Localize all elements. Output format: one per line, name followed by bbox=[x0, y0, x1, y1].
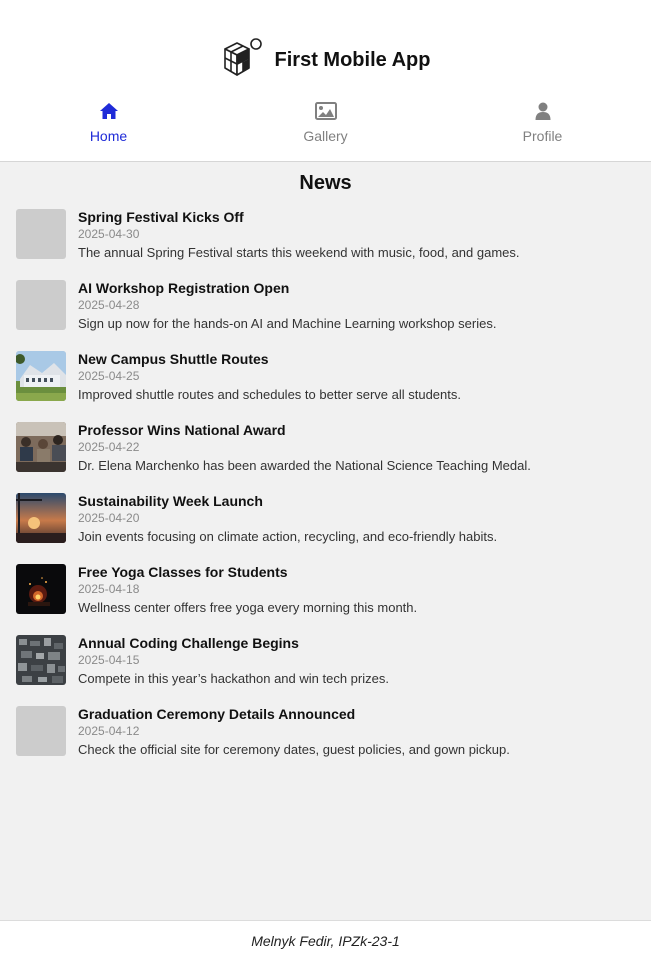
news-list: Spring Festival Kicks Off 2025-04-30 The… bbox=[16, 209, 635, 777]
news-date: 2025-04-12 bbox=[78, 724, 140, 738]
news-item[interactable]: Annual Coding Challenge Begins 2025-04-1… bbox=[16, 635, 635, 706]
news-description: Compete in this year’s hackathon and win… bbox=[78, 671, 389, 686]
tab-home-label: Home bbox=[89, 128, 128, 144]
home-icon bbox=[98, 100, 120, 122]
news-item[interactable]: Sustainability Week Launch 2025-04-20 Jo… bbox=[16, 493, 635, 564]
tab-bar: Home Gallery Profile bbox=[0, 100, 651, 152]
brand: First Mobile App bbox=[0, 37, 651, 84]
news-date: 2025-04-30 bbox=[78, 227, 140, 241]
news-description: Wellness center offers free yoga every m… bbox=[78, 600, 418, 615]
thumbnail-image bbox=[16, 635, 66, 685]
cube-logo-icon bbox=[221, 37, 265, 84]
news-title: Spring Festival Kicks Off bbox=[78, 209, 244, 225]
news-item[interactable]: New Campus Shuttle Routes 2025-04-25 Imp… bbox=[16, 351, 635, 422]
thumbnail-placeholder bbox=[16, 706, 66, 756]
tab-profile[interactable]: Profile bbox=[434, 100, 651, 152]
news-text: AI Workshop Registration Open 2025-04-28… bbox=[78, 280, 496, 351]
news-text: Graduation Ceremony Details Announced 20… bbox=[78, 706, 510, 777]
news-title: Annual Coding Challenge Begins bbox=[78, 635, 299, 651]
user-icon bbox=[532, 100, 554, 122]
news-date: 2025-04-22 bbox=[78, 440, 140, 454]
news-text: Professor Wins National Award 2025-04-22… bbox=[78, 422, 531, 493]
news-title: AI Workshop Registration Open bbox=[78, 280, 290, 296]
news-item[interactable]: Spring Festival Kicks Off 2025-04-30 The… bbox=[16, 209, 635, 280]
news-item[interactable]: Graduation Ceremony Details Announced 20… bbox=[16, 706, 635, 777]
news-text: Sustainability Week Launch 2025-04-20 Jo… bbox=[78, 493, 497, 564]
news-description: The annual Spring Festival starts this w… bbox=[78, 245, 520, 260]
news-title: Graduation Ceremony Details Announced bbox=[78, 706, 356, 722]
news-date: 2025-04-18 bbox=[78, 582, 140, 596]
app-title: First Mobile App bbox=[274, 48, 431, 71]
footer: Melnyk Fedir, IPZk-23-1 bbox=[0, 920, 651, 961]
news-description: Dr. Elena Marchenko has been awarded the… bbox=[78, 458, 531, 473]
thumbnail-placeholder bbox=[16, 209, 66, 259]
news-item[interactable]: AI Workshop Registration Open 2025-04-28… bbox=[16, 280, 635, 351]
news-date: 2025-04-20 bbox=[78, 511, 140, 525]
news-description: Check the official site for ceremony dat… bbox=[78, 742, 510, 757]
thumbnail-image bbox=[16, 493, 66, 543]
thumbnail-placeholder bbox=[16, 280, 66, 330]
news-text: Annual Coding Challenge Begins 2025-04-1… bbox=[78, 635, 389, 706]
news-item[interactable]: Professor Wins National Award 2025-04-22… bbox=[16, 422, 635, 493]
news-text: Spring Festival Kicks Off 2025-04-30 The… bbox=[78, 209, 520, 280]
section-title: News bbox=[299, 172, 352, 194]
news-description: Improved shuttle routes and schedules to… bbox=[78, 387, 461, 402]
tab-profile-label: Profile bbox=[522, 128, 563, 144]
news-date: 2025-04-28 bbox=[78, 298, 140, 312]
news-description: Join events focusing on climate action, … bbox=[78, 529, 498, 544]
tab-gallery[interactable]: Gallery bbox=[217, 100, 434, 152]
news-item[interactable]: Free Yoga Classes for Students 2025-04-1… bbox=[16, 564, 635, 635]
news-date: 2025-04-25 bbox=[78, 369, 140, 383]
news-title: New Campus Shuttle Routes bbox=[78, 351, 269, 367]
news-text: Free Yoga Classes for Students 2025-04-1… bbox=[78, 564, 417, 635]
news-title: Free Yoga Classes for Students bbox=[78, 564, 288, 580]
thumbnail-image bbox=[16, 422, 66, 472]
news-description: Sign up now for the hands-on AI and Mach… bbox=[78, 316, 497, 331]
news-screen: News Spring Festival Kicks Off 2025-04-3… bbox=[0, 163, 651, 920]
thumbnail-image bbox=[16, 351, 66, 401]
news-date: 2025-04-15 bbox=[78, 653, 140, 667]
image-icon bbox=[314, 100, 337, 122]
tab-gallery-label: Gallery bbox=[303, 128, 348, 144]
news-title: Sustainability Week Launch bbox=[78, 493, 263, 509]
news-text: New Campus Shuttle Routes 2025-04-25 Imp… bbox=[78, 351, 461, 422]
tab-home[interactable]: Home bbox=[0, 100, 217, 152]
news-title: Professor Wins National Award bbox=[78, 422, 286, 438]
thumbnail-image bbox=[16, 564, 66, 614]
footer-text: Melnyk Fedir, IPZk-23-1 bbox=[251, 933, 400, 949]
app-header: First Mobile App Home Gallery Profile bbox=[0, 0, 651, 162]
